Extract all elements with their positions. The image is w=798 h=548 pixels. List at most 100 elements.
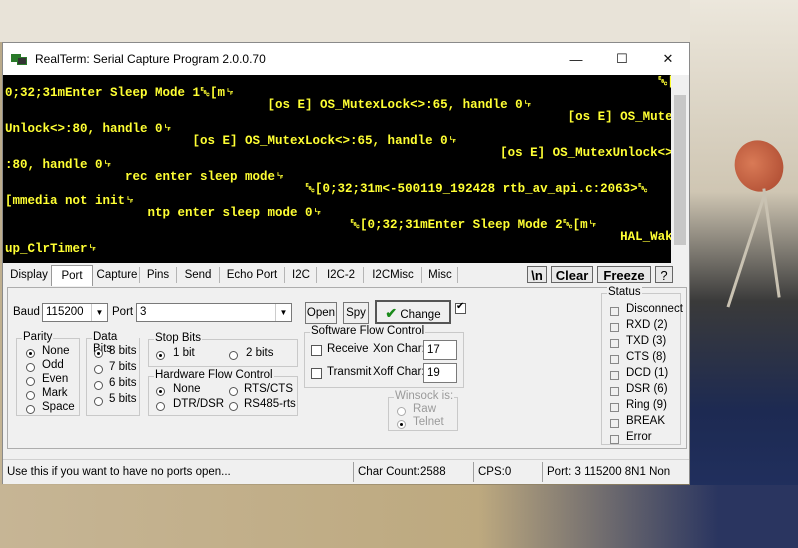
terminal-line: HAL_Wake bbox=[5, 230, 671, 244]
hwflow-none-label: None bbox=[173, 383, 201, 395]
ring-indicator bbox=[610, 403, 619, 412]
databits-8-label: 8 bits bbox=[109, 345, 137, 357]
xon-input[interactable]: 17 bbox=[423, 340, 457, 360]
spy-button[interactable]: Spy bbox=[343, 302, 369, 324]
databits-5-label: 5 bits bbox=[109, 393, 137, 405]
hwflow-none-radio[interactable] bbox=[156, 387, 165, 396]
ring-label: Ring (9) bbox=[626, 399, 667, 411]
baud-select[interactable]: 115200 ▼ bbox=[42, 303, 108, 322]
winsock-raw-label: Raw bbox=[413, 403, 437, 415]
checkmark-icon: ✔ bbox=[385, 305, 398, 321]
winsock-title: Winsock is: bbox=[394, 390, 455, 402]
error-label: Error bbox=[626, 431, 652, 443]
change-button[interactable]: ✔ Change bbox=[375, 300, 451, 324]
freeze-button[interactable]: Freeze bbox=[597, 266, 651, 283]
port-value: 3 bbox=[140, 306, 147, 318]
tab-pins[interactable]: Pins bbox=[140, 267, 177, 283]
open-button[interactable]: Open bbox=[305, 302, 337, 324]
port-info: Port: 3 115200 8N1 Non bbox=[547, 466, 671, 478]
dcd-indicator bbox=[610, 371, 619, 380]
disconnect-label: Disconnect bbox=[626, 303, 683, 315]
databits-5-radio[interactable] bbox=[94, 397, 103, 406]
port-select[interactable]: 3 ▼ bbox=[136, 303, 292, 322]
tab-i2c-2[interactable]: I2C-2 bbox=[319, 267, 364, 283]
spy-button-label: Spy bbox=[346, 307, 366, 319]
scrollbar-thumb[interactable] bbox=[674, 95, 686, 245]
stopbits-1-radio[interactable] bbox=[156, 351, 165, 360]
databits-7-radio[interactable] bbox=[94, 365, 103, 374]
status-group: Status Disconnect RXD (2) TXD (3) CTS (8… bbox=[601, 286, 683, 445]
disconnect-indicator bbox=[610, 307, 619, 316]
tab-i2c[interactable]: I2C bbox=[286, 267, 317, 283]
winsock-raw-radio[interactable] bbox=[397, 407, 406, 416]
tab-send[interactable]: Send bbox=[177, 267, 220, 283]
hwflow-rtscts-label: RTS/CTS bbox=[244, 383, 293, 395]
winsock-group: Winsock is: Raw Telnet bbox=[388, 390, 458, 431]
stopbits-2-radio[interactable] bbox=[229, 351, 238, 360]
minimize-button[interactable]: — bbox=[553, 43, 599, 75]
tab-i2cmisc[interactable]: I2CMisc bbox=[365, 267, 422, 283]
background-photo-bottom bbox=[0, 485, 798, 548]
chevron-down-icon: ▼ bbox=[275, 304, 291, 321]
close-icon: ✕ bbox=[662, 51, 674, 66]
status-hint: Use this if you want to have no ports op… bbox=[7, 466, 231, 478]
parity-space-label: Space bbox=[42, 401, 75, 413]
terminal-scrollbar[interactable] bbox=[671, 75, 689, 263]
receive-checkbox[interactable] bbox=[311, 345, 322, 356]
change-button-label: Change bbox=[400, 309, 441, 321]
transmit-checkbox[interactable] bbox=[311, 368, 322, 379]
parity-even-radio[interactable] bbox=[26, 377, 35, 386]
hwflow-rtscts-radio[interactable] bbox=[229, 387, 238, 396]
change-checkbox[interactable]: ✔ bbox=[455, 301, 466, 314]
maximize-button[interactable]: ☐ bbox=[599, 43, 645, 75]
swflow-group: Software Flow Control Receive Xon Char: … bbox=[304, 325, 464, 388]
status-title: Status bbox=[607, 286, 642, 298]
title-bar[interactable]: RealTerm: Serial Capture Program 2.0.0.7… bbox=[3, 43, 689, 75]
clear-button[interactable]: Clear bbox=[551, 266, 593, 283]
swflow-title: Software Flow Control bbox=[310, 325, 426, 337]
baud-value: 115200 bbox=[46, 306, 84, 318]
tab-bar: Display Port Capture Pins Send Echo Port… bbox=[3, 265, 689, 286]
port-label: Port bbox=[112, 306, 134, 318]
background-photo-top bbox=[0, 0, 798, 42]
stopbits-1-label: 1 bit bbox=[173, 347, 195, 359]
error-indicator bbox=[610, 435, 619, 444]
stopbits-2-label: 2 bits bbox=[246, 347, 274, 359]
window-title: RealTerm: Serial Capture Program 2.0.0.7… bbox=[35, 52, 266, 66]
hwflow-dtrdsr-radio[interactable] bbox=[156, 402, 165, 411]
txd-indicator bbox=[610, 339, 619, 348]
tab-misc[interactable]: Misc bbox=[423, 267, 458, 283]
status-bar: Use this if you want to have no ports op… bbox=[3, 459, 689, 484]
xon-label: Xon Char: bbox=[373, 343, 425, 355]
parity-title: Parity bbox=[22, 331, 54, 343]
hwflow-rs485-label: RS485-rts bbox=[244, 398, 296, 410]
parity-mark-radio[interactable] bbox=[26, 391, 35, 400]
chevron-down-icon: ▼ bbox=[91, 304, 107, 321]
tab-capture[interactable]: Capture bbox=[95, 267, 140, 283]
xoff-input[interactable]: 19 bbox=[423, 363, 457, 383]
dcd-label: DCD (1) bbox=[626, 367, 669, 379]
help-button[interactable]: ? bbox=[655, 266, 673, 283]
winsock-telnet-label: Telnet bbox=[413, 416, 444, 428]
break-indicator bbox=[610, 419, 619, 428]
databits-8-radio[interactable] bbox=[94, 349, 103, 358]
parity-odd-radio[interactable] bbox=[26, 363, 35, 372]
status-separator bbox=[353, 462, 354, 482]
cts-indicator bbox=[610, 355, 619, 364]
tab-display[interactable]: Display bbox=[7, 267, 52, 283]
realterm-window: RealTerm: Serial Capture Program 2.0.0.7… bbox=[2, 42, 690, 484]
parity-none-radio[interactable] bbox=[26, 349, 35, 358]
close-button[interactable]: ✕ bbox=[645, 43, 691, 75]
databits-6-radio[interactable] bbox=[94, 381, 103, 390]
winsock-telnet-radio[interactable] bbox=[397, 420, 406, 429]
databits-7-label: 7 bits bbox=[109, 361, 137, 373]
terminal-output[interactable]: ␛[ 0;32;31mEnter Sleep Mode 1␛[m␊ [os E]… bbox=[3, 75, 671, 263]
newline-button[interactable]: \n bbox=[527, 266, 547, 283]
tab-port[interactable]: Port bbox=[51, 265, 93, 286]
status-separator bbox=[473, 462, 474, 482]
tab-echo-port[interactable]: Echo Port bbox=[220, 267, 285, 283]
open-button-label: Open bbox=[306, 307, 336, 319]
txd-label: TXD (3) bbox=[626, 335, 667, 347]
parity-space-radio[interactable] bbox=[26, 405, 35, 414]
hwflow-rs485-radio[interactable] bbox=[229, 402, 238, 411]
